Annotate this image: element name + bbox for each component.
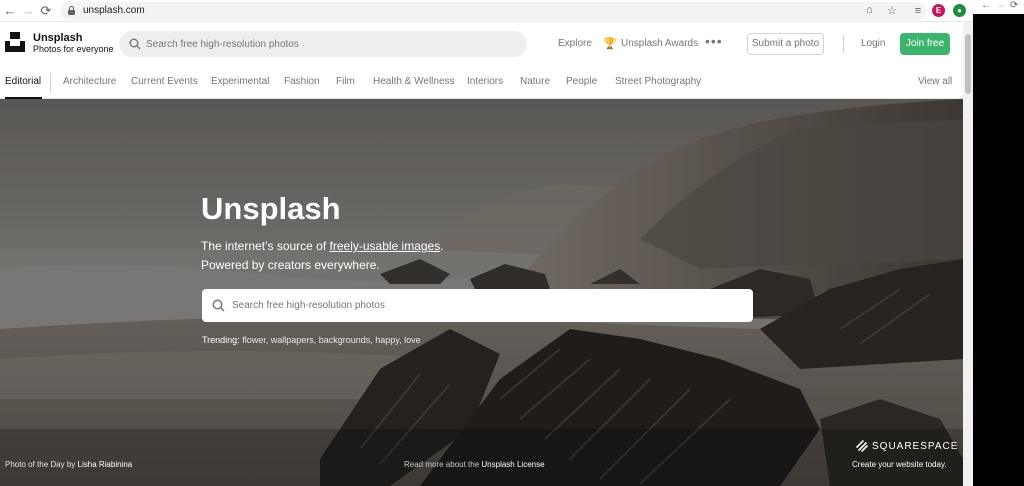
media-control-icon[interactable]: ≡	[910, 3, 926, 19]
brand-tagline: Photos for everyone	[33, 44, 114, 54]
browser-window: ← → ⟳ unsplash.com ⌂ ☆ ≡ E ● Unsplash Ph…	[0, 0, 973, 486]
trending-label: Trending:	[202, 335, 240, 345]
hero-subtitle-prefix: The internet’s source of	[201, 239, 330, 253]
topic-experimental[interactable]: Experimental	[211, 76, 269, 87]
header-divider	[843, 35, 844, 53]
scrollbar-thumb[interactable]	[965, 34, 971, 94]
trending-searches: Trending: flower, wallpapers, background…	[202, 335, 421, 345]
reload-icon[interactable]: ⟳	[38, 3, 54, 19]
potd-author-link[interactable]: Lisha Riabinina	[78, 460, 133, 469]
hero-subtitle-line2: Powered by creators everywhere.	[201, 258, 380, 272]
search-icon[interactable]	[129, 38, 141, 50]
sponsor-name: SQUARESPACE	[872, 441, 959, 452]
topic-divider	[50, 73, 51, 93]
hero-subtitle-suffix: .	[440, 239, 444, 253]
topic-street-photography[interactable]: Street Photography	[615, 76, 701, 87]
second-window-toolbar: ← → ⟳	[973, 0, 1024, 14]
lock-icon	[68, 6, 75, 15]
translate-icon[interactable]: ⌂	[866, 4, 873, 16]
topic-nature[interactable]: Nature	[520, 76, 550, 87]
back-icon[interactable]: ←	[2, 3, 18, 19]
license-notice: Read more about the Unsplash License	[404, 460, 545, 469]
topic-editorial[interactable]: Editorial	[5, 76, 41, 87]
photo-of-the-day-credit: Photo of the Day by Lisha Riabinina	[5, 460, 132, 469]
submit-photo-button[interactable]: Submit a photo	[747, 33, 824, 55]
license-link[interactable]: Unsplash License	[481, 460, 544, 469]
bookmark-star-icon[interactable]: ☆	[887, 4, 897, 17]
awards-link[interactable]: Unsplash Awards	[621, 38, 698, 49]
topic-fashion[interactable]: Fashion	[284, 76, 320, 87]
sponsor-tagline[interactable]: Create your website today.	[852, 460, 947, 469]
page-scrollbar[interactable]	[963, 22, 973, 486]
topic-architecture[interactable]: Architecture	[63, 76, 116, 87]
view-all-topics-link[interactable]: View all	[918, 76, 952, 87]
second-reload-icon[interactable]: ⟳	[1010, 0, 1018, 11]
topic-people[interactable]: People	[566, 76, 597, 87]
squarespace-logo-icon	[856, 440, 868, 452]
potd-label[interactable]: Photo of the Day	[5, 460, 65, 469]
join-free-button[interactable]: Join free	[900, 33, 950, 55]
topic-film[interactable]: Film	[336, 76, 355, 87]
header-search-bar[interactable]	[119, 31, 527, 57]
profile-avatar[interactable]: E	[932, 4, 945, 17]
login-link[interactable]: Login	[861, 38, 885, 49]
address-bar[interactable]: unsplash.com ⌂ ☆	[60, 2, 926, 20]
forward-icon[interactable]: →	[20, 3, 36, 19]
topic-health-wellness[interactable]: Health & Wellness	[373, 76, 455, 87]
hero-banner: Unsplash The internet’s source of freely…	[0, 99, 963, 486]
second-forward-icon[interactable]: →	[995, 0, 1005, 11]
extension-icon[interactable]: ●	[953, 4, 966, 17]
hero-search-bar[interactable]	[202, 289, 753, 322]
explore-link[interactable]: Explore	[558, 38, 592, 49]
topic-interiors[interactable]: Interiors	[467, 76, 503, 87]
license-prefix: Read more about the	[404, 460, 480, 469]
search-icon[interactable]	[212, 299, 225, 312]
header-search-input[interactable]	[146, 35, 516, 53]
url-text[interactable]: unsplash.com	[83, 5, 145, 16]
brand-name[interactable]: Unsplash	[33, 32, 83, 44]
browser-toolbar: ← → ⟳ unsplash.com ⌂ ☆ ≡ E ●	[0, 0, 973, 22]
topic-current-events[interactable]: Current Events	[131, 76, 198, 87]
hero-search-input[interactable]	[232, 296, 742, 315]
topic-nav: Editorial Architecture Current Events Ex…	[0, 66, 963, 99]
potd-by: by	[66, 460, 76, 469]
unsplash-logo-icon[interactable]	[5, 32, 25, 52]
hero-subtitle: The internet’s source of freely-usable i…	[201, 237, 444, 275]
site-header: Unsplash Photos for everyone Explore 🏆 U…	[0, 22, 963, 66]
trending-terms[interactable]: flower, wallpapers, backgrounds, happy, …	[242, 335, 420, 345]
trophy-icon: 🏆	[603, 38, 617, 50]
more-menu-icon[interactable]: •••	[705, 33, 723, 49]
freely-usable-images-link[interactable]: freely-usable images	[330, 239, 441, 253]
second-back-icon[interactable]: ←	[981, 0, 991, 11]
hero-title: Unsplash	[201, 191, 341, 226]
